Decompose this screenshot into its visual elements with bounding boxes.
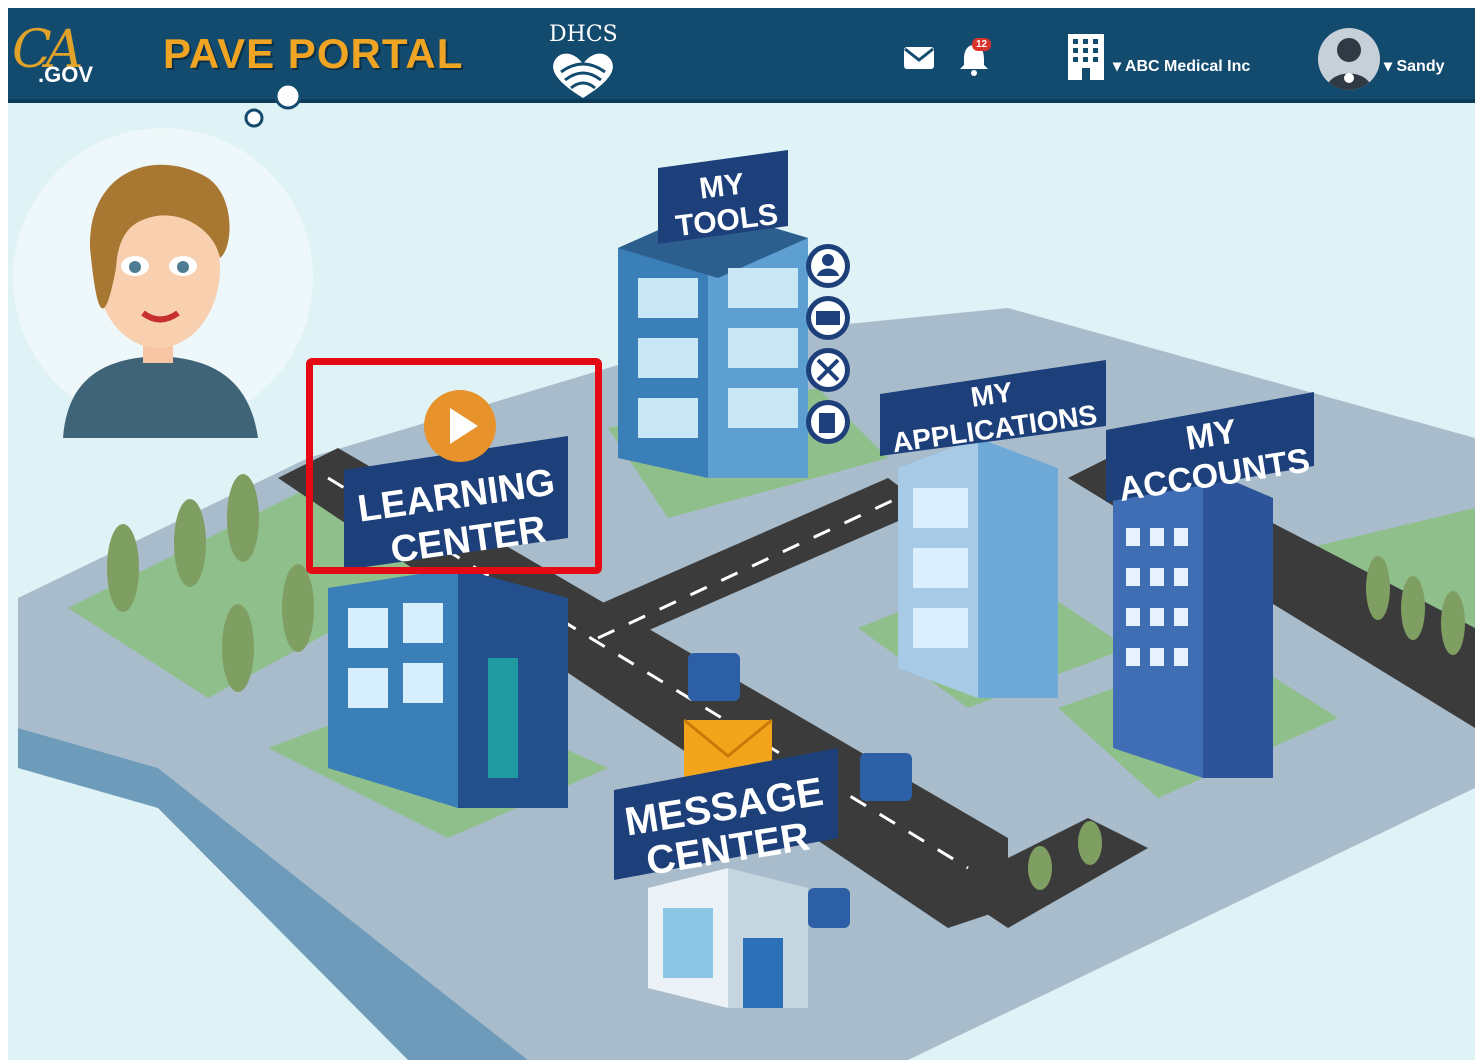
my-accounts-line1: MY (1183, 412, 1240, 458)
pave-portal-app: CA .GOV PAVE PORTAL DHCS 12 ▾ ABC Medica… (0, 0, 1475, 1060)
message-center-building (648, 868, 808, 1008)
portal-city-map: MY TOOLS LEARNING CENTER MY APPLICATIONS… (13, 82, 1475, 1060)
my-tools-line1: MY (697, 167, 746, 205)
play-icon (424, 390, 496, 462)
my-tools-building (618, 208, 808, 478)
my-applications-building (898, 438, 1058, 698)
sign-my-tools: MY TOOLS (658, 150, 788, 244)
my-accounts-building (1113, 468, 1273, 778)
my-applications-line1: MY (969, 376, 1015, 413)
portal-frame: CA .GOV PAVE PORTAL DHCS 12 ▾ ABC Medica… (8, 8, 1475, 1060)
learning-center-building (328, 568, 568, 808)
